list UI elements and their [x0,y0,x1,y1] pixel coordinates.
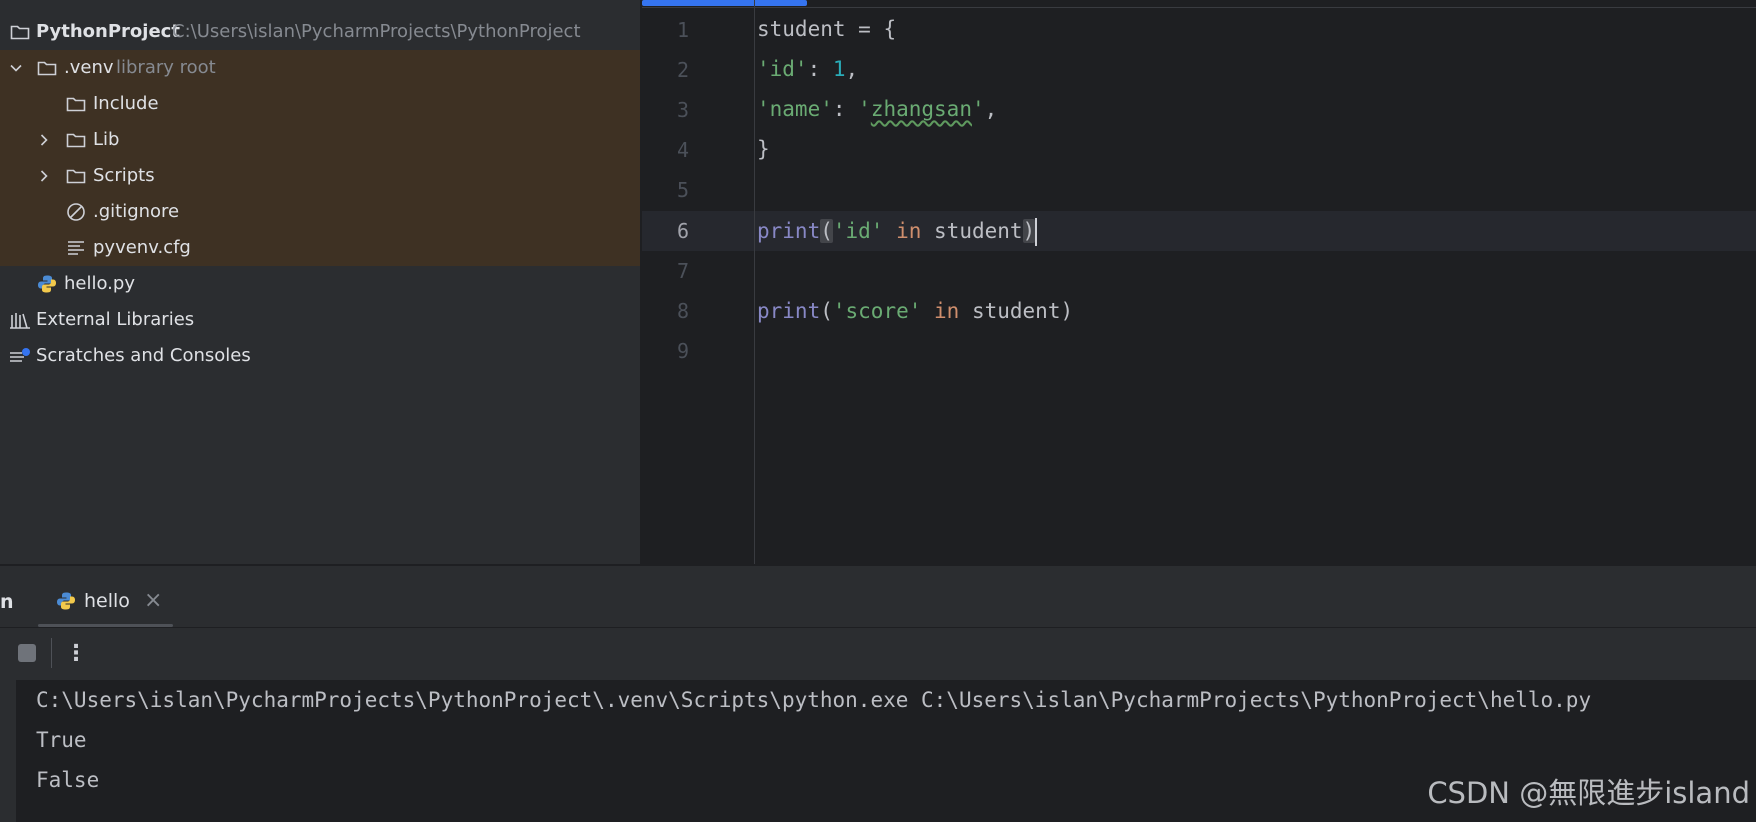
code-line-8[interactable]: print('score' in student) [757,291,1073,331]
tree-label: Scripts [93,165,155,186]
code-line-6[interactable]: print('id' in student) [757,211,1038,251]
tree-label: External Libraries [36,309,195,330]
editor-tab-indicator [642,0,807,6]
chevron-right-icon[interactable] [34,158,54,194]
venv-hint: library root [116,57,216,78]
run-tab-hello[interactable]: hello × [38,578,173,624]
code-line-1[interactable]: student = { [757,9,896,49]
line-number: 4 [676,138,689,162]
stop-icon[interactable] [18,644,36,662]
python-file-icon [56,591,76,611]
config-file-icon [64,230,88,266]
tree-label: .gitignore [93,201,180,222]
code-line-3[interactable]: 'name': 'zhangsan', [757,89,997,129]
code-line-4[interactable]: } [757,129,770,169]
code-token: : [832,97,859,121]
brace-match-highlight: ) [1022,219,1036,243]
code-token: , [984,97,998,121]
code-token-string: ' [858,97,871,121]
tree-item-scripts[interactable]: Scripts [0,158,640,194]
scratches-icon [8,338,32,374]
code-token: student [959,299,1061,323]
ignore-file-icon [64,194,88,230]
python-file-icon [35,266,59,302]
tree-item-lib[interactable]: Lib [0,122,640,158]
code-line-2[interactable]: 'id': 1, [757,49,858,89]
folder-icon [64,86,88,122]
tree-label: hello.py [64,273,135,294]
tree-item-venv[interactable]: .venv library root [0,50,640,86]
console-line-output: False [36,768,100,792]
tree-item-gitignore[interactable]: .gitignore [0,194,640,230]
editor-gutter-divider [754,0,755,564]
line-number: 1 [676,18,689,42]
tree-item-external-libraries[interactable]: External Libraries [0,302,640,338]
code-token-string: 'id' [832,219,884,243]
code-token: : [807,57,833,81]
folder-icon [8,14,32,50]
tree-label: pyvenv.cfg [93,237,191,258]
code-token-string-typo: zhangsan [870,97,972,121]
code-editor[interactable]: 1 2 3 4 5 6 7 8 9 student = { 'id': 1, '… [642,0,1756,564]
line-number: 9 [676,339,689,363]
run-toolbar-separator [0,627,1756,628]
code-token: student [921,219,1023,243]
code-token-builtin: print [757,299,821,323]
code-token: = { [845,17,897,41]
line-number: 7 [676,259,689,283]
tree-item-include[interactable]: Include [0,86,640,122]
close-icon[interactable]: × [144,578,162,624]
line-number: 5 [676,178,689,202]
project-root-path: C:\Users\islan\PycharmProjects\PythonPro… [172,21,581,42]
line-number: 3 [676,98,689,122]
chevron-down-icon[interactable] [6,50,26,86]
text-caret [1035,218,1038,246]
code-token: student [757,17,846,41]
code-token: ) [1060,299,1074,323]
more-options-icon[interactable]: ⋮ [64,636,88,670]
code-token-keyword: in [921,299,960,323]
run-window-title: n [0,591,14,613]
code-token-builtin: print [757,219,821,243]
code-token-keyword: in [883,219,922,243]
editor-tab-border [642,7,1756,8]
tree-item-hello-py[interactable]: hello.py [0,266,640,302]
tree-label: Include [93,93,159,114]
toolbar-divider [51,638,52,668]
code-token-string: 'name' [757,97,833,121]
line-number: 2 [676,58,689,82]
code-token-string: 'score' [832,299,922,323]
venv-label: .venv [64,57,114,78]
chevron-right-icon[interactable] [34,122,54,158]
tree-item-pyvenv-cfg[interactable]: pyvenv.cfg [0,230,640,266]
folder-icon [64,122,88,158]
code-token: , [845,57,859,81]
code-token-string: ' [971,97,985,121]
libraries-icon [8,302,32,338]
line-number: 8 [676,299,689,323]
code-token-string: 'id' [757,57,808,81]
folder-icon [64,158,88,194]
tree-label: Scratches and Consoles [36,345,251,366]
line-number-active: 6 [676,219,689,243]
code-token: } [757,137,770,161]
console-line-output: True [36,728,87,752]
code-token-number: 1 [832,57,846,81]
run-tab-label: hello [84,590,130,612]
project-tree-panel: PythonProject C:\Users\islan\PycharmProj… [0,0,641,564]
watermark: CSDN @無限進步island [1427,776,1750,810]
tree-item-root[interactable]: PythonProject C:\Users\islan\PycharmProj… [0,14,640,50]
project-root-name: PythonProject [36,21,180,42]
folder-icon [35,50,59,86]
brace-match-highlight: ( [820,219,833,243]
tree-label: Lib [93,129,120,150]
tree-item-scratches[interactable]: Scratches and Consoles [0,338,640,374]
console-line-command: C:\Users\islan\PycharmProjects\PythonPro… [36,688,1592,712]
code-token: ( [820,299,833,323]
